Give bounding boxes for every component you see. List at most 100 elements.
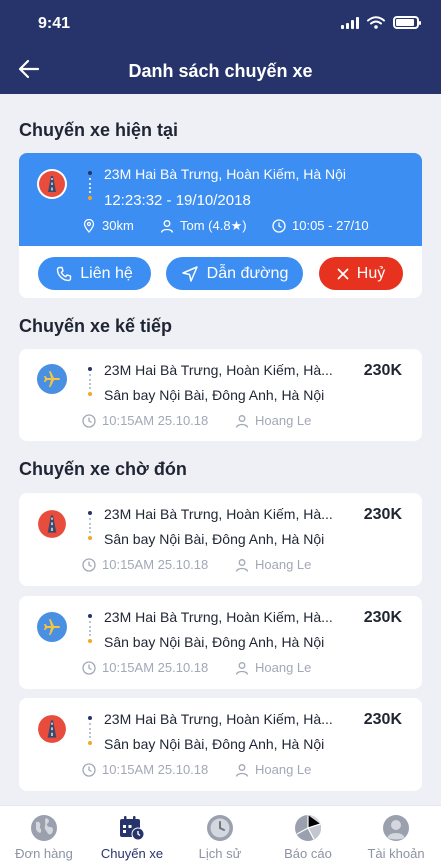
trip-origin: 23M Hai Bà Trưng, Hoàn Kiếm, Hà... (104, 362, 333, 378)
destination-dot (88, 741, 92, 745)
trip-time: 10:15AM 25.10.18 (102, 557, 209, 572)
trip-time-meta: 10:15AM 25.10.18 (82, 557, 208, 572)
current-trip-address: 23M Hai Bà Trưng, Hoàn Kiếm, Hà Nội (104, 166, 347, 182)
trip-origin: 23M Hai Bà Trưng, Hoàn Kiếm, Hà... (104, 506, 333, 522)
directions-button[interactable]: Dẫn đường (166, 257, 303, 290)
bottom-tab-bar: Đơn hàng Chuyến xe Lịch sử Báo cáo Tài k… (0, 805, 441, 865)
contact-button-label: Liên hệ (80, 264, 133, 282)
tab-history-label: Lịch sử (198, 846, 242, 861)
tab-trips-label: Chuyến xe (100, 846, 164, 861)
clock-icon (272, 218, 286, 233)
tab-account[interactable]: Tài khoản (352, 806, 440, 865)
app-header: 9:41 Danh sách chuyến xe (0, 0, 441, 94)
person-icon (160, 220, 174, 233)
driver-meta: Tom (4.8★) (160, 218, 247, 234)
tab-trips[interactable]: Chuyến xe (88, 806, 176, 865)
waiting-trip-card[interactable]: 23M Hai Bà Trưng, Hoàn Kiếm, Hà... Sân b… (19, 493, 422, 586)
battery-icon (393, 16, 421, 29)
current-trip-card[interactable]: 23M Hai Bà Trưng, Hoàn Kiếm, Hà Nội 12:2… (19, 153, 422, 298)
trip-person-meta: Hoang Le (235, 557, 311, 572)
driver-value: Tom (4.8★) (180, 218, 247, 233)
tab-reports[interactable]: Báo cáo (264, 806, 352, 865)
airplane-icon (37, 364, 67, 394)
location-pin-icon (83, 218, 95, 233)
calendar-clock-icon (120, 816, 145, 841)
trip-destination: Sân bay Nội Bài, Đông Anh, Hà Nội (104, 387, 325, 403)
contact-button[interactable]: Liên hệ (38, 257, 151, 290)
next-trip-card[interactable]: 23M Hai Bà Trưng, Hoàn Kiếm, Hà... Sân b… (19, 349, 422, 441)
status-time: 9:41 (38, 15, 71, 32)
phone-icon (57, 266, 72, 281)
person-icon (235, 661, 249, 675)
cancel-button-label: Huỷ (356, 264, 386, 282)
origin-dot (88, 511, 92, 515)
waiting-trip-card[interactable]: 23M Hai Bà Trưng, Hoàn Kiếm, Hà... Sân b… (19, 596, 422, 689)
trip-origin: 23M Hai Bà Trưng, Hoàn Kiếm, Hà... (104, 711, 333, 727)
road-icon (37, 169, 67, 199)
route-line (89, 518, 91, 533)
tab-account-label: Tài khoản (367, 846, 425, 861)
clock-icon (82, 660, 96, 675)
trip-price: 230K (363, 711, 402, 728)
trip-person: Hoang Le (255, 660, 312, 675)
trip-destination: Sân bay Nội Bài, Đông Anh, Hà Nội (104, 634, 325, 650)
trip-person-meta: Hoang Le (235, 660, 311, 675)
trip-time-meta: 10:15AM 25.10.18 (82, 762, 208, 777)
road-icon (37, 509, 67, 539)
clock-icon (82, 413, 96, 428)
clock-icon (82, 557, 96, 572)
distance-meta: 30km (82, 218, 134, 233)
person-icon (235, 414, 249, 428)
user-avatar-icon (383, 815, 409, 841)
trip-time-meta: 10:15AM 25.10.18 (82, 660, 208, 675)
clock-icon (207, 815, 233, 841)
navigation-arrow-icon (181, 265, 198, 282)
section-title-next: Chuyến xe kế tiếp (19, 316, 173, 336)
destination-dot (88, 536, 92, 540)
trip-time: 10:15AM 25.10.18 (102, 762, 209, 777)
trip-person-meta: Hoang Le (235, 762, 311, 777)
signal-icon (341, 17, 359, 29)
route-line (89, 178, 91, 193)
time-range-value: 10:05 - 27/10 (292, 218, 369, 233)
trip-time: 10:15AM 25.10.18 (102, 413, 209, 428)
route-line (89, 374, 91, 389)
trip-origin: 23M Hai Bà Trưng, Hoàn Kiếm, Hà... (104, 609, 333, 625)
trip-destination: Sân bay Nội Bài, Đông Anh, Hà Nội (104, 531, 325, 547)
road-icon (37, 714, 67, 744)
tab-history[interactable]: Lịch sử (176, 806, 264, 865)
airplane-icon (37, 612, 67, 642)
page-title: Danh sách chuyến xe (128, 61, 313, 81)
trip-person: Hoang Le (255, 762, 312, 777)
origin-dot (88, 367, 92, 371)
current-trip-summary: 23M Hai Bà Trưng, Hoàn Kiếm, Hà Nội 12:2… (19, 153, 422, 246)
trip-destination: Sân bay Nội Bài, Đông Anh, Hà Nội (104, 736, 325, 752)
origin-dot (88, 614, 92, 618)
directions-button-label: Dẫn đường (206, 264, 289, 282)
tab-reports-label: Báo cáo (284, 846, 332, 861)
close-icon (337, 268, 349, 279)
trip-price: 230K (363, 506, 402, 523)
section-title-current: Chuyến xe hiện tại (19, 120, 179, 140)
clock-icon (82, 762, 96, 777)
trip-person-meta: Hoang Le (235, 413, 311, 428)
trip-price: 230K (363, 609, 402, 626)
origin-dot (88, 171, 92, 175)
trip-person: Hoang Le (255, 557, 312, 572)
current-trip-datetime: 12:23:32 - 19/10/2018 (104, 192, 251, 209)
trip-time: 10:15AM 25.10.18 (102, 660, 209, 675)
wifi-icon (367, 16, 385, 29)
status-icons (341, 16, 421, 29)
globe-icon (31, 815, 57, 841)
route-line (89, 621, 91, 636)
pie-chart-icon (295, 814, 322, 841)
waiting-trip-card[interactable]: 23M Hai Bà Trưng, Hoàn Kiếm, Hà... Sân b… (19, 698, 422, 791)
tab-orders-label: Đơn hàng (15, 846, 73, 861)
cancel-button[interactable]: Huỷ (319, 257, 403, 290)
destination-dot (88, 196, 92, 200)
destination-dot (88, 392, 92, 396)
trip-price: 230K (363, 362, 402, 379)
status-bar: 9:41 (0, 0, 441, 46)
tab-orders[interactable]: Đơn hàng (0, 806, 88, 865)
trip-person: Hoang Le (255, 413, 312, 428)
